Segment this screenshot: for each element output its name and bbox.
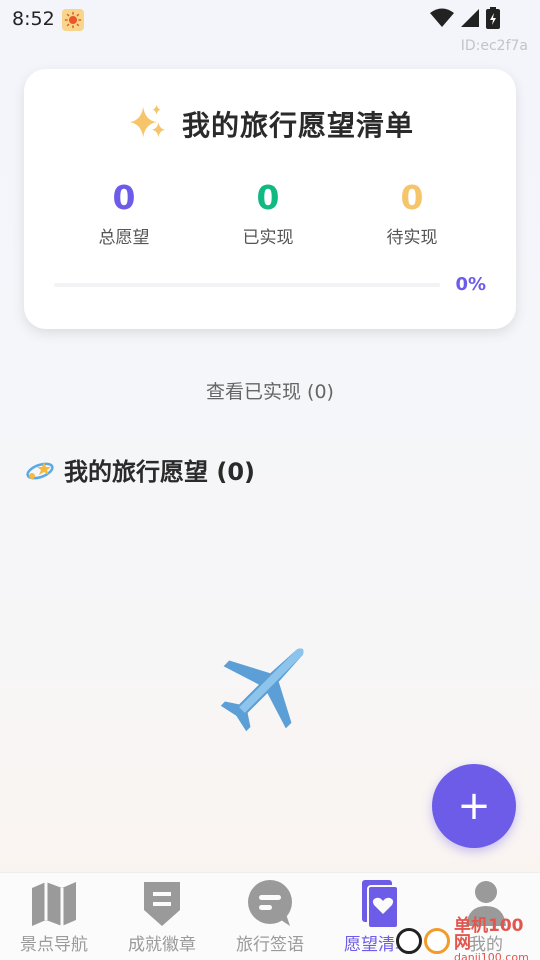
- stats-row: 0 总愿望 0 已实现 0 待实现: [52, 178, 484, 249]
- map-icon: [28, 878, 80, 928]
- wishlist-summary-card: 我的旅行愿望清单 0 总愿望 0 已实现 0 待实现 0%: [24, 69, 516, 329]
- stat-pending-value: 0: [400, 178, 424, 217]
- progress-percent: 0%: [455, 274, 486, 295]
- view-achieved-link[interactable]: 查看已实现 (0): [0, 377, 540, 404]
- watermark-logo-icon: [396, 927, 450, 954]
- section-title: 我的旅行愿望 (0): [64, 458, 255, 486]
- stat-achieved-label: 已实现: [242, 228, 294, 248]
- wifi-icon: [430, 8, 454, 28]
- stat-total-label: 总愿望: [98, 228, 150, 248]
- nav-label: 景点导航: [20, 935, 88, 955]
- stat-pending: 0 待实现: [340, 178, 484, 249]
- signal-icon: [460, 8, 480, 28]
- stat-pending-label: 待实现: [386, 228, 438, 248]
- stat-achieved: 0 已实现: [196, 178, 340, 249]
- watermark-url: danji100.com: [454, 951, 529, 960]
- device-id: ID:ec2f7a: [460, 38, 528, 54]
- stat-total-value: 0: [112, 178, 136, 217]
- card-title: 我的旅行愿望清单: [181, 109, 414, 142]
- watermark-brand: 单机100网: [454, 916, 524, 953]
- add-wish-button[interactable]: +: [432, 764, 516, 848]
- shooting-star-icon: [24, 454, 56, 486]
- nav-item-travel-quotes[interactable]: 旅行签语: [216, 873, 324, 960]
- status-bar: 8:52: [0, 0, 540, 40]
- section-header: 我的旅行愿望 (0): [24, 452, 255, 487]
- airplane-icon: [210, 630, 322, 742]
- stat-total: 0 总愿望: [52, 178, 196, 249]
- battery-icon: [486, 7, 500, 29]
- watermark: 单机100网 danji100.com: [396, 918, 540, 960]
- nav-item-scenic-navigation[interactable]: 景点导航: [0, 873, 108, 960]
- weather-sun-icon: [62, 9, 84, 31]
- sparkles-icon: [126, 103, 168, 145]
- nav-label: 成就徽章: [128, 935, 196, 955]
- progress-bar: [54, 283, 440, 287]
- chat-bubble-icon: [244, 878, 296, 928]
- status-time: 8:52: [12, 8, 55, 30]
- plus-icon: +: [457, 783, 491, 829]
- stat-achieved-value: 0: [256, 178, 280, 217]
- nav-item-achievement-badges[interactable]: 成就徽章: [108, 873, 216, 960]
- nav-label: 旅行签语: [236, 935, 304, 955]
- badge-icon: [136, 878, 188, 928]
